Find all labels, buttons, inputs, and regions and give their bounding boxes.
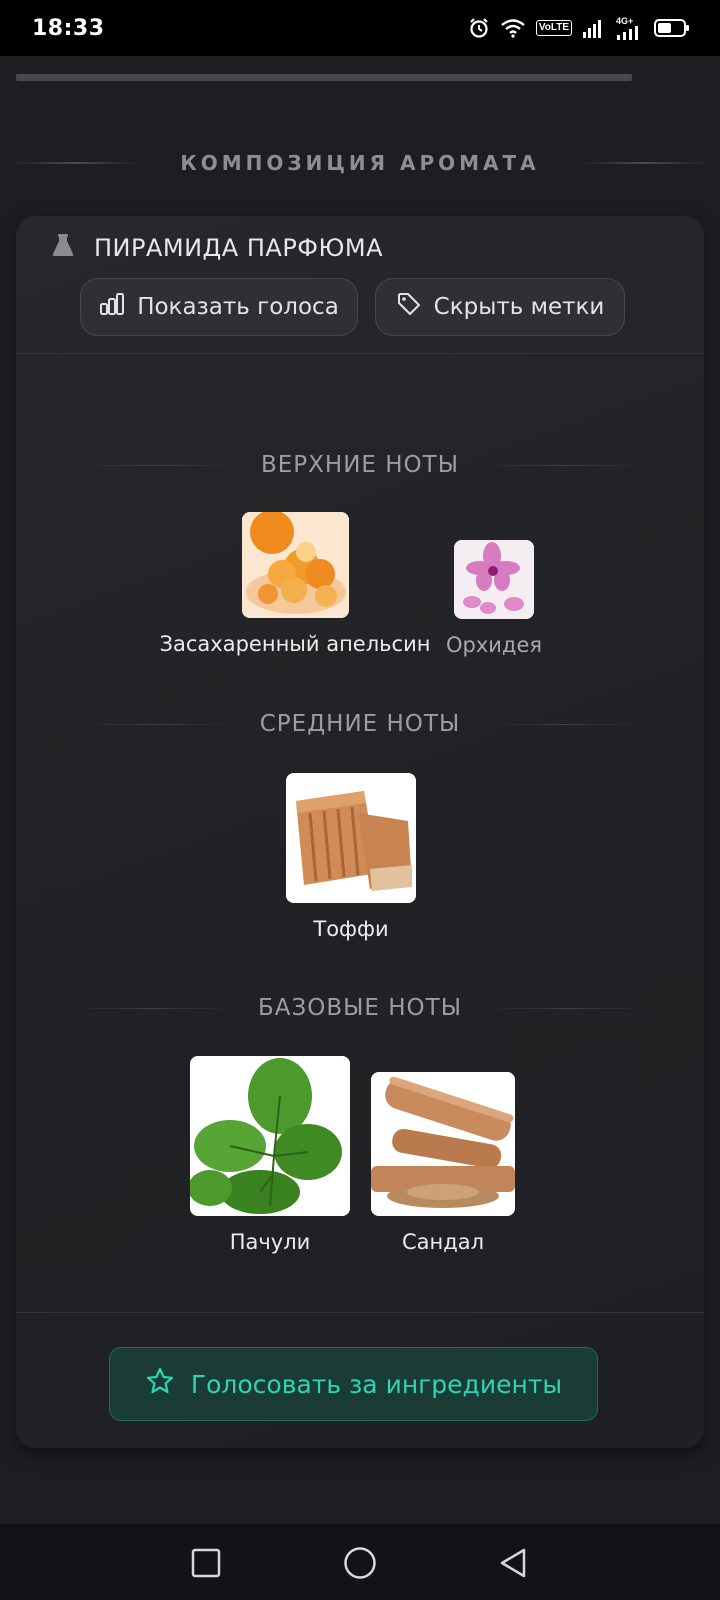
tag-icon [396,291,422,323]
status-icons: VoLTE 4G+ [468,16,690,40]
vote-ingredients-button[interactable]: Голосовать за ингредиенты [109,1347,598,1421]
hide-tags-button[interactable]: Скрыть метки [375,278,625,336]
status-bar: 18:33 VoLTE 4G+ [0,0,720,56]
note-label: Тоффи [313,917,389,941]
card-title: ПИРАМИДА ПАРФЮМА [50,232,383,263]
base-notes-heading: БАЗОВЫЕ НОТЫ [16,988,704,1028]
bar-chart-icon [99,292,125,322]
alarm-icon [468,17,490,39]
top-notes-title: ВЕРХНИЕ НОТЫ [260,452,460,478]
flask-icon [50,232,76,263]
note-label: Засахаренный апельсин [159,632,431,656]
tier-rule-right [484,723,645,725]
note-toffee[interactable]: Тоффи [271,773,431,941]
sandalwood-image [371,1072,515,1216]
note-label: Сандал [401,1230,485,1254]
perfume-pyramid-card: ПИРАМИДА ПАРФЮМА Показать голоса Скрыть … [16,216,704,1448]
note-candied-orange[interactable]: Засахаренный апельсин [160,512,430,656]
note-label: Пачули [229,1230,311,1254]
tier-rule-left [76,464,237,466]
back-triangle-icon[interactable] [496,1546,530,1580]
card-footer: Голосовать за ингредиенты [16,1312,704,1448]
heading-rule-right [579,162,710,164]
app-content: КОМПОЗИЦИЯ АРОМАТА ПИРАМИДА ПАРФЮМА Пока… [0,56,720,1524]
note-label: Орхидея [445,633,542,657]
note-patchouli[interactable]: Пачули [186,1056,354,1254]
status-time: 18:33 [32,15,105,41]
volte-icon: VoLTE [535,20,572,36]
signal-4g-icon: 4G+ [616,16,644,40]
hide-tags-label: Скрыть метки [433,294,605,320]
card-header: ПИРАМИДА ПАРФЮМА Показать голоса Скрыть … [16,216,704,354]
system-nav-bar [0,1524,720,1600]
pyramid-title: ПИРАМИДА ПАРФЮМА [94,233,383,262]
vote-button-label: Голосовать за ингредиенты [190,1369,563,1399]
note-sandalwood[interactable]: Сандал [368,1072,518,1254]
battery-icon [654,18,690,38]
star-icon [145,1366,175,1402]
orchid-image [454,540,534,619]
middle-notes-heading: СРЕДНИЕ НОТЫ [16,704,704,744]
tier-rule-right [483,464,644,466]
recents-square-icon[interactable] [189,1546,223,1580]
note-orchid[interactable]: Орхидея [432,540,556,657]
middle-notes-title: СРЕДНИЕ НОТЫ [259,711,461,737]
toffee-image [286,773,416,903]
section-heading: КОМПОЗИЦИЯ АРОМАТА [0,146,720,180]
wifi-icon [500,18,526,38]
candied-orange-image [241,512,349,618]
signal-icon [582,18,606,38]
tier-rule-left [75,723,236,725]
section-title: КОМПОЗИЦИЯ АРОМАТА [180,151,540,175]
top-notes-heading: ВЕРХНИЕ НОТЫ [16,445,704,485]
heading-rule-left [10,162,141,164]
tier-rule-left [73,1007,234,1009]
base-notes-title: БАЗОВЫЕ НОТЫ [257,995,463,1021]
patchouli-image [190,1056,350,1216]
tier-rule-right [486,1007,647,1009]
home-circle-icon[interactable] [343,1546,377,1580]
show-votes-label: Показать голоса [137,294,339,320]
scroll-divider [16,74,632,81]
show-votes-button[interactable]: Показать голоса [80,278,358,336]
